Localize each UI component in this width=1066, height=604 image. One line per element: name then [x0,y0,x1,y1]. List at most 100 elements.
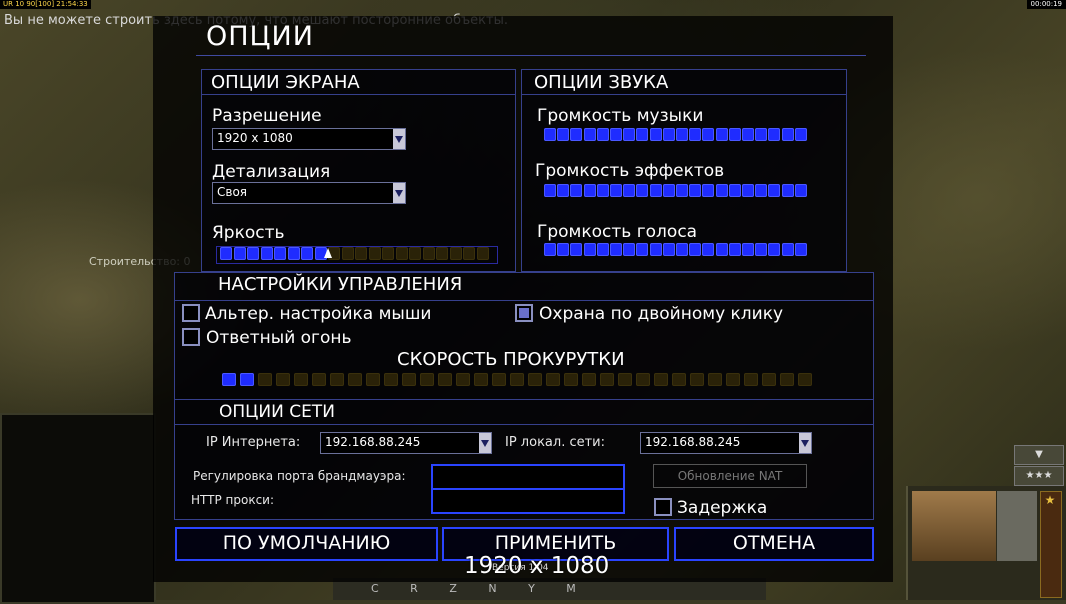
slider-segment[interactable] [294,373,308,386]
slider-segment[interactable] [781,243,794,256]
slider-segment[interactable] [382,247,394,260]
slider-segment[interactable] [636,184,649,197]
slider-segment[interactable] [557,128,570,141]
slider-segment[interactable] [726,373,740,386]
slider-segment[interactable] [715,184,728,197]
slider-segment[interactable] [557,243,570,256]
slider-segment[interactable] [510,373,524,386]
slider-segment[interactable] [456,373,470,386]
chevron-down-icon[interactable] [393,129,405,149]
return-fire-checkbox[interactable] [182,328,200,346]
slider-segment[interactable] [662,184,675,197]
slider-segment[interactable] [366,373,380,386]
slider-segment[interactable] [781,184,794,197]
slider-segment[interactable] [662,128,675,141]
slider-segment[interactable] [330,373,344,386]
voice-volume-slider[interactable] [544,243,810,257]
slider-segment[interactable] [355,247,367,260]
slider-segment[interactable] [742,184,754,197]
effects-volume-slider[interactable] [544,184,810,198]
alt-mouse-checkbox[interactable] [182,304,200,322]
slider-segment[interactable] [557,184,570,197]
slider-segment[interactable] [544,243,556,256]
slider-segment[interactable] [583,184,596,197]
slider-segment[interactable] [780,373,794,386]
chevron-down-icon[interactable] [393,183,405,203]
slider-segment[interactable] [798,373,812,386]
slider-segment[interactable] [742,128,754,141]
slider-segment[interactable] [348,373,362,386]
alt-mouse-label[interactable]: Альтер. настройка мыши [205,304,431,324]
slider-segment[interactable] [420,373,434,386]
slider-segment[interactable] [596,243,609,256]
slider-segment[interactable] [546,373,560,386]
double-click-guard-label[interactable]: Охрана по двойному клику [539,304,783,324]
slider-segment[interactable] [610,128,622,141]
slider-segment[interactable] [368,247,381,260]
slider-segment[interactable] [654,373,668,386]
slider-segment[interactable] [623,184,636,197]
brightness-slider[interactable] [216,246,498,264]
slider-segment[interactable] [476,247,489,260]
slider-segment[interactable] [474,373,488,386]
slider-segment[interactable] [528,373,542,386]
slider-segment[interactable] [742,243,754,256]
slider-segment[interactable] [690,373,704,386]
slider-segment[interactable] [570,128,583,141]
slider-segment[interactable] [287,247,300,260]
slider-segment[interactable] [618,373,632,386]
slider-segment[interactable] [341,247,354,260]
slider-segment[interactable] [768,243,781,256]
scroll-speed-slider[interactable] [222,373,816,387]
slider-segment[interactable] [689,128,702,141]
slider-segment[interactable] [794,243,807,256]
slider-segment[interactable] [409,247,421,260]
slider-segment[interactable] [436,247,448,260]
chevron-down-icon[interactable] [479,433,491,453]
slider-segment[interactable] [402,373,416,386]
nat-refresh-button[interactable]: Обновление NAT [653,464,807,488]
slider-segment[interactable] [583,243,596,256]
slider-segment[interactable] [672,373,686,386]
slider-segment[interactable] [395,247,408,260]
defaults-button[interactable]: ПО УМОЛЧАНИЮ [175,527,438,561]
return-fire-label[interactable]: Ответный огонь [206,328,352,348]
slider-segment[interactable] [240,373,254,386]
internet-ip-dropdown[interactable]: 192.168.88.245 [320,432,492,454]
slider-segment[interactable] [728,184,741,197]
slider-segment[interactable] [636,243,649,256]
slider-segment[interactable] [258,373,272,386]
slider-segment[interactable] [438,373,452,386]
slider-segment[interactable] [794,184,807,197]
slider-segment[interactable] [583,128,596,141]
slider-segment[interactable] [762,373,776,386]
slider-segment[interactable] [649,184,662,197]
slider-segment[interactable] [544,128,556,141]
slider-segment[interactable] [676,184,688,197]
slider-segment[interactable] [570,184,583,197]
slider-segment[interactable] [260,247,273,260]
slider-segment[interactable] [702,128,715,141]
slider-segment[interactable] [755,184,768,197]
slider-segment[interactable] [570,243,583,256]
slider-segment[interactable] [781,128,794,141]
slider-segment[interactable] [463,247,475,260]
resolution-dropdown[interactable]: 1920 x 1080 [212,128,406,150]
slider-segment[interactable] [312,373,326,386]
slider-segment[interactable] [676,243,688,256]
slider-segment[interactable] [301,247,313,260]
detail-dropdown[interactable]: Своя [212,182,406,204]
sidebar-collapse-button[interactable]: ▼ [1014,445,1064,465]
slider-segment[interactable] [768,184,781,197]
slider-segment[interactable] [596,128,609,141]
slider-segment[interactable] [728,128,741,141]
slider-segment[interactable] [582,373,596,386]
delay-checkbox[interactable] [654,498,672,516]
slider-segment[interactable] [649,128,662,141]
selected-unit-portrait[interactable] [912,491,996,561]
chevron-down-icon[interactable] [799,433,811,453]
slider-segment[interactable] [636,128,649,141]
firewall-port-input[interactable] [431,464,625,490]
slider-segment[interactable] [636,373,650,386]
slider-thumb-icon[interactable] [324,248,332,258]
